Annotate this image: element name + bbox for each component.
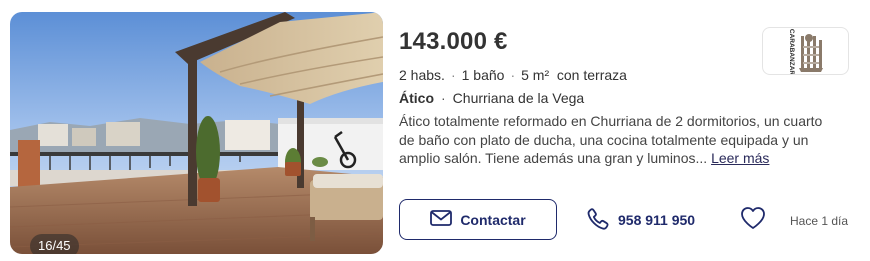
- agency-logo-text: CARABANZAR: [788, 29, 795, 75]
- posted-date: Hace 1 día: [790, 214, 849, 228]
- favorite-button[interactable]: [739, 206, 767, 234]
- description[interactable]: Ático totalmente reformado en Churriana …: [399, 112, 839, 168]
- phone-number: 958 911 950: [618, 212, 696, 228]
- phone-icon: [586, 207, 610, 234]
- features-line: 2 habs. · 1 baño · 5 m² con terraza: [399, 67, 627, 83]
- terrace-photo-image: [10, 12, 383, 254]
- agency-logo-image: CARABANZAR: [785, 29, 823, 75]
- contact-label: Contactar: [460, 211, 526, 228]
- contact-button[interactable]: Contactar: [399, 199, 557, 240]
- price[interactable]: 143.000 €: [399, 28, 508, 56]
- feature-rooms: 2 habs.: [399, 67, 445, 83]
- read-more-link[interactable]: Leer más: [711, 150, 769, 166]
- phone-link[interactable]: 958 911 950: [586, 205, 695, 235]
- heart-icon: [740, 206, 766, 235]
- location-name: Churriana de la Vega: [452, 90, 585, 106]
- property-type: Ático: [399, 90, 434, 106]
- envelope-icon: [430, 210, 453, 229]
- photo-counter: 16/45: [30, 234, 79, 254]
- separator: ·: [510, 67, 516, 83]
- separator: ·: [441, 90, 446, 106]
- separator: ·: [450, 67, 456, 83]
- location-line: Ático · Churriana de la Vega: [399, 90, 584, 106]
- feature-terrace: con terraza: [556, 67, 627, 83]
- feature-bathrooms: 1 baño: [461, 67, 505, 83]
- listing-photo[interactable]: 16/45: [10, 12, 383, 254]
- feature-area: 5 m²: [521, 67, 550, 83]
- agency-logo[interactable]: CARABANZAR: [762, 27, 849, 75]
- listing-card: 16/45 143.000 € CARABANZAR 2 habs.·1 b: [0, 0, 870, 261]
